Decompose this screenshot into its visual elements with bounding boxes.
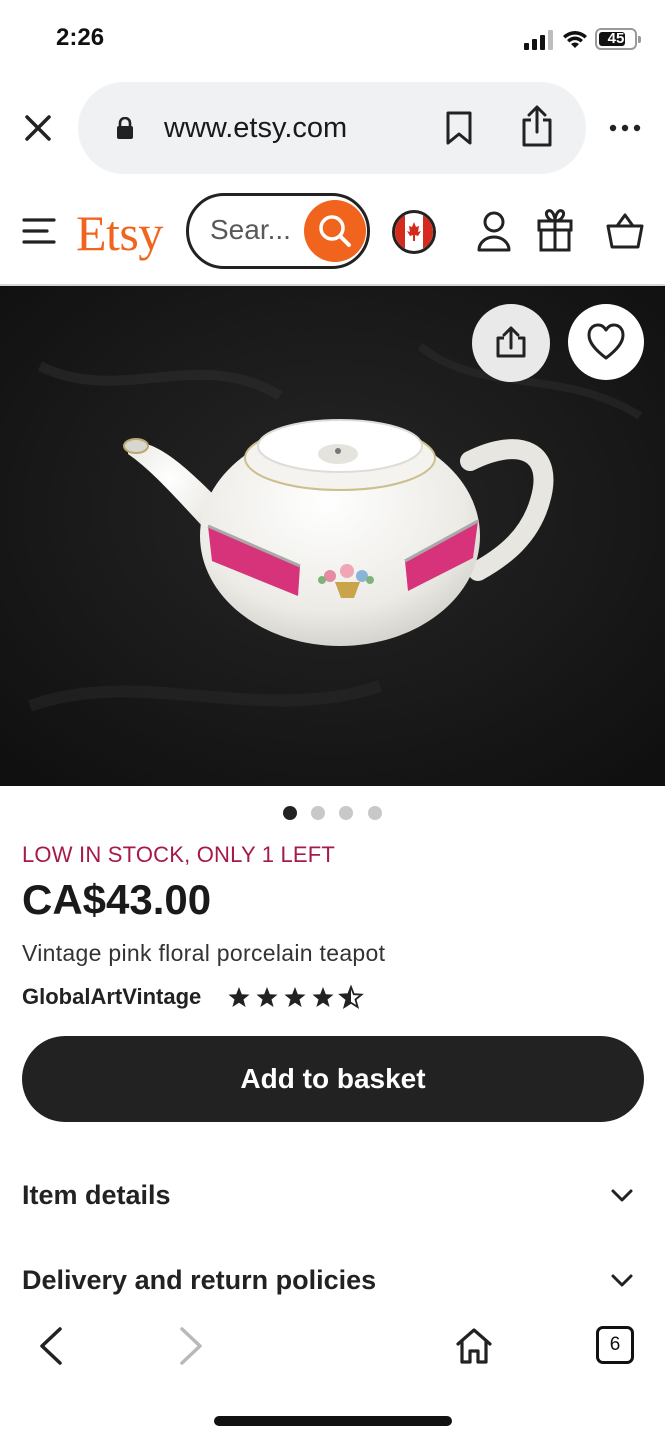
delivery-policies-toggle[interactable]: Delivery and return policies	[22, 1265, 376, 1296]
close-icon[interactable]	[22, 112, 54, 144]
favorite-button[interactable]	[568, 304, 644, 380]
search-button[interactable]	[304, 200, 366, 262]
url-text[interactable]: www.etsy.com	[164, 112, 347, 145]
battery-icon: 45	[595, 28, 641, 50]
back-arrow-icon[interactable]	[36, 1326, 66, 1366]
search-placeholder[interactable]: Sear...	[210, 214, 291, 246]
gift-icon[interactable]	[536, 208, 574, 252]
status-time: 2:26	[56, 24, 105, 51]
star-icon	[256, 987, 278, 1007]
carousel-dot-1[interactable]	[283, 806, 297, 820]
more-options-icon[interactable]	[608, 118, 642, 138]
canada-flag-icon	[395, 213, 433, 251]
star-icon	[228, 987, 250, 1007]
cellular-signal-icon	[524, 30, 553, 50]
product-title: Vintage pink floral porcelain teapot	[22, 940, 386, 966]
bookmark-icon[interactable]	[444, 110, 474, 146]
share-icon[interactable]	[520, 104, 554, 148]
basket-icon[interactable]	[606, 210, 644, 250]
etsy-logo[interactable]: Etsy	[76, 204, 163, 262]
star-icon	[312, 987, 334, 1007]
chevron-down-icon[interactable]	[610, 1188, 634, 1204]
stock-notice: LOW IN STOCK, ONLY 1 LEFT	[22, 842, 336, 867]
heart-icon	[587, 323, 625, 360]
share-listing-button[interactable]	[472, 304, 550, 382]
lock-icon	[117, 117, 133, 139]
price: CA$43.00	[22, 876, 212, 923]
add-to-basket-button[interactable]: Add to basket	[22, 1036, 644, 1122]
shop-name-link[interactable]: GlobalArtVintage	[22, 984, 201, 1010]
star-icon	[284, 987, 306, 1007]
wifi-icon	[563, 31, 587, 48]
item-details-toggle[interactable]: Item details	[22, 1180, 171, 1211]
tabs-button[interactable]: 6	[596, 1326, 634, 1364]
home-indicator	[214, 1416, 452, 1426]
menu-icon[interactable]	[22, 217, 56, 245]
carousel-dot-3[interactable]	[339, 806, 353, 820]
half-star-icon	[339, 986, 363, 1008]
home-icon[interactable]	[454, 1326, 494, 1366]
forward-arrow-icon[interactable]	[176, 1326, 206, 1366]
chevron-down-icon[interactable]	[610, 1273, 634, 1289]
carousel-dot-4[interactable]	[368, 806, 382, 820]
share-icon	[496, 326, 526, 358]
teapot-photo	[0, 286, 665, 786]
battery-level: 45	[607, 30, 625, 47]
region-flag-button[interactable]	[392, 210, 436, 254]
account-icon[interactable]	[476, 210, 512, 252]
product-image[interactable]	[0, 286, 665, 786]
star-rating[interactable]	[228, 984, 368, 1010]
carousel-dot-2[interactable]	[311, 806, 325, 820]
search-icon	[319, 215, 351, 247]
